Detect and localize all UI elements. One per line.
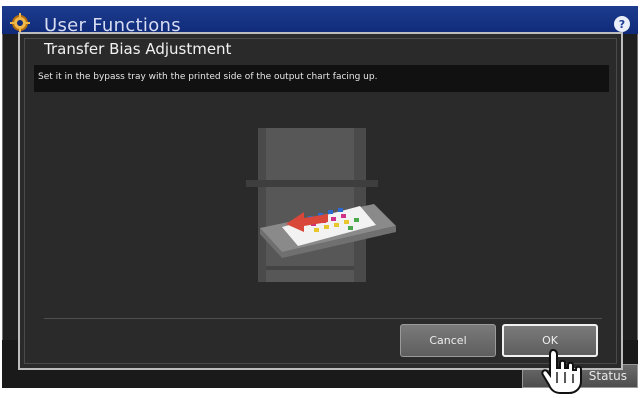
dialog-divider	[44, 318, 602, 319]
ok-button-label: OK	[542, 334, 558, 347]
bypass-tray-illustration	[246, 126, 396, 286]
help-icon[interactable]: ?	[614, 16, 630, 32]
cancel-button-label: Cancel	[429, 334, 467, 347]
hand-pointer-icon	[540, 348, 584, 394]
instruction-message: Set it in the bypass tray with the print…	[38, 72, 378, 82]
status-label: Status	[588, 369, 627, 383]
message-bar: Set it in the bypass tray with the print…	[34, 65, 609, 92]
dialog-title: Transfer Bias Adjustment	[44, 40, 232, 58]
cancel-button[interactable]: Cancel	[400, 324, 496, 357]
app-header: User Functions ?	[2, 6, 638, 36]
gear-icon	[10, 13, 30, 33]
dialog: Transfer Bias Adjustment Set it in the b…	[18, 32, 623, 370]
